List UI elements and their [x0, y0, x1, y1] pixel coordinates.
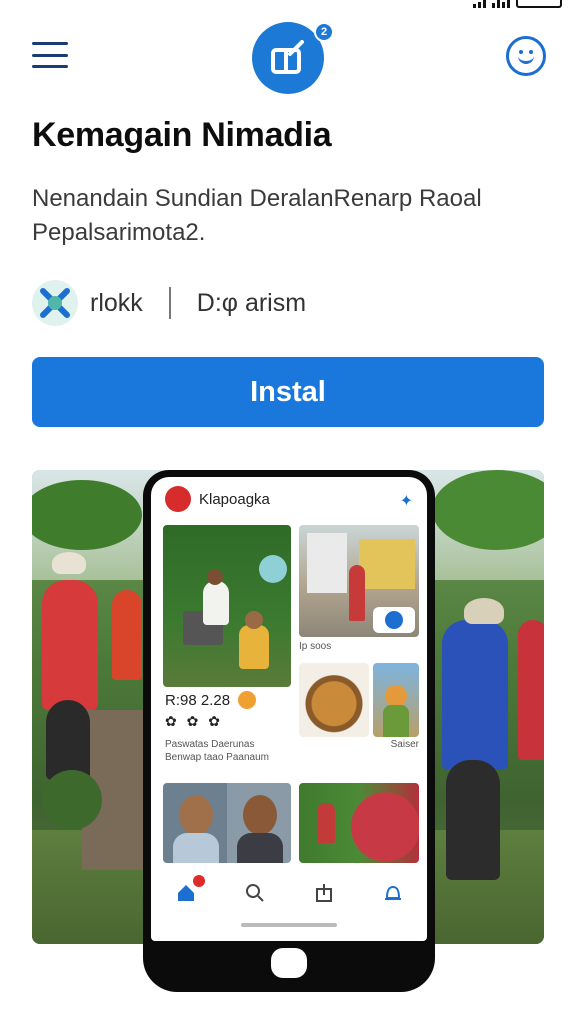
child-left: [112, 590, 142, 680]
phone-home-button: [271, 948, 307, 978]
hat-right: [464, 598, 504, 624]
signal-icon: [473, 0, 486, 8]
add-icon[interactable]: ✦: [400, 491, 413, 511]
person-dark-trousers: [446, 760, 500, 880]
face-icon[interactable]: [506, 36, 546, 76]
post-meta: R:98 2.28 ✿ ✿ ✿ Paswatas Daerunas Benwap…: [165, 691, 295, 764]
search-icon[interactable]: [240, 879, 270, 907]
person-far-right: [518, 620, 544, 760]
battery-icon: [516, 0, 562, 8]
photo-caption-2: Saiser: [390, 739, 419, 750]
app-title: Kemagain Nimadia: [32, 116, 332, 154]
phone-app-logo-icon: [165, 486, 191, 512]
status-bar: [473, 0, 562, 10]
person-trousers: [46, 700, 90, 780]
post-text-line-1: Paswatas Daerunas: [165, 739, 255, 750]
home-icon[interactable]: [171, 875, 205, 907]
bell-icon[interactable]: [378, 879, 408, 907]
top-bar: 2: [0, 18, 576, 94]
person-blue-shirt: [442, 620, 508, 770]
photo-child[interactable]: [373, 663, 419, 737]
phone-screen: Klapoagka ✦ Ip soos Saiser R:98 2.28 ✿ ✿…: [151, 477, 427, 941]
logo-badge: 2: [314, 22, 334, 42]
app-meta-row: rlokk D:φ arism: [32, 280, 306, 326]
post-count: R:98 2.28: [165, 691, 231, 709]
phone-bottom-nav: [151, 875, 427, 911]
share-icon[interactable]: [309, 879, 339, 907]
person-red-shirt: [42, 580, 98, 710]
photo-food[interactable]: [299, 663, 369, 737]
home-indicator: [241, 923, 337, 927]
developer-icon[interactable]: [32, 280, 78, 326]
description-line-1: Nenandain Sundian DeralanRenarp Raoal: [32, 185, 482, 212]
photo-forest[interactable]: [163, 525, 291, 687]
photo-berries[interactable]: [299, 783, 419, 863]
like-icon[interactable]: [238, 691, 257, 709]
notification-dot: [192, 875, 205, 887]
meta-divider: [168, 287, 171, 319]
app-description: Nenandain Sundian DeralanRenarp Raoal Pe…: [32, 182, 532, 250]
menu-icon[interactable]: [32, 42, 68, 68]
app-meta-info: D:φ arism: [196, 288, 307, 317]
phone-app-header: Klapoagka ✦: [151, 477, 427, 521]
hat-left: [52, 552, 86, 574]
post-text-line-2: Benwap taao Paanaum: [165, 752, 269, 763]
plant-bush: [42, 770, 102, 830]
photo-portraits[interactable]: [163, 783, 291, 863]
post-text: Paswatas Daerunas Benwap taao Paanaum: [165, 738, 295, 764]
developer-name[interactable]: rlokk: [90, 289, 143, 318]
photo-caption-1: Ip soos: [299, 641, 332, 652]
phone-mockup: Klapoagka ✦ Ip soos Saiser R:98 2.28 ✿ ✿…: [143, 470, 435, 992]
photo-village[interactable]: [299, 525, 419, 637]
install-button[interactable]: Instal: [32, 357, 544, 427]
app-store-page: 2 Kemagain Nimadia Nenandain Sundian Der…: [0, 0, 576, 1024]
wifi-icon: [492, 0, 510, 8]
reaction-icons: ✿ ✿ ✿: [165, 713, 223, 729]
phone-app-name: Klapoagka: [199, 490, 270, 508]
post-stats: R:98 2.28: [165, 691, 295, 709]
description-line-2: Pepalsarimota2.: [32, 219, 206, 246]
